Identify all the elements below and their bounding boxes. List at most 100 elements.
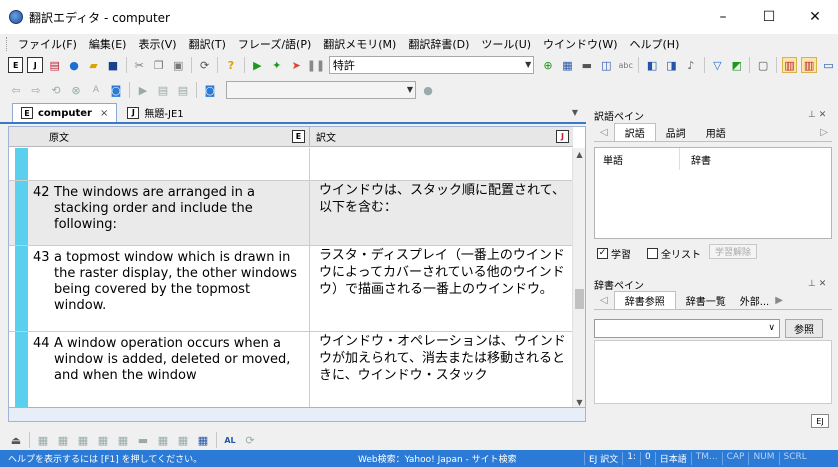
segment-row-42[interactable]: 42 The windows are arranged in a stackin… <box>9 181 573 246</box>
tab-terminology[interactable]: 用語 <box>696 123 736 141</box>
domain-select[interactable]: 特許 ▼ <box>328 56 535 74</box>
tab-dict-reference[interactable]: 辞書参照 <box>613 291 676 309</box>
dict-add-icon[interactable]: ⊕ <box>540 57 555 73</box>
eject-icon[interactable]: ⏏ <box>8 432 24 448</box>
translate-step-icon[interactable]: ➤ <box>288 57 303 73</box>
menu-tools[interactable]: ツール(U) <box>475 36 537 52</box>
view-mode-icon[interactable]: ◙ <box>108 82 124 98</box>
menu-view[interactable]: 表示(V) <box>132 36 182 52</box>
page-icon[interactable]: ▤ <box>155 82 171 98</box>
memo-icon[interactable]: ▬ <box>579 57 594 73</box>
back-icon[interactable]: ⇦ <box>8 82 24 98</box>
segment-icon-3[interactable]: ▦ <box>75 432 91 448</box>
refresh-icon[interactable]: ⟲ <box>48 82 64 98</box>
lookup-button[interactable]: 参照 <box>785 319 823 338</box>
translate-all-icon[interactable]: ✦ <box>269 57 284 73</box>
menu-file[interactable]: ファイル(F) <box>12 36 83 52</box>
tab-computer[interactable]: E computer × <box>12 103 118 122</box>
target-text[interactable]: ラスタ・ディスプレイ（一番上のウインドウによってカバーされている他のウインドウ）… <box>319 247 569 298</box>
segment-icon-1[interactable]: ▦ <box>35 432 51 448</box>
pin-icon[interactable]: ⊥ ✕ <box>808 279 826 289</box>
layout-icon[interactable]: ▢ <box>755 57 770 73</box>
search-dict-icon[interactable]: ◨ <box>664 57 679 73</box>
scroll-down-icon[interactable]: ▼ <box>573 396 585 407</box>
dict-edit-icon[interactable]: ▦ <box>560 57 575 73</box>
link-icon[interactable]: ⟳ <box>242 432 258 448</box>
scroll-up-icon[interactable]: ▲ <box>573 148 585 161</box>
all-list-checkbox[interactable]: 全リスト <box>647 246 701 261</box>
pause-icon[interactable]: ❚❚ <box>307 57 325 73</box>
tab-left-arrow-icon[interactable]: ◁ <box>594 291 614 309</box>
go-search-icon[interactable]: ● <box>420 82 436 98</box>
maximize-button[interactable]: ☐ <box>746 0 792 34</box>
open-folder-icon[interactable]: ▰ <box>86 57 101 73</box>
address-select[interactable]: ▼ <box>226 81 416 99</box>
pane-dict-icon[interactable]: ▥ <box>801 57 817 73</box>
translation-candidates-table[interactable]: 単語 辞書 <box>594 147 832 239</box>
menu-translation-memory[interactable]: 翻訳メモリ(M) <box>317 36 402 52</box>
segment-icon-9[interactable]: ▦ <box>195 432 211 448</box>
filter-icon[interactable]: ▽ <box>710 57 725 73</box>
menu-translate[interactable]: 翻訳(T) <box>183 36 232 52</box>
display-icon[interactable]: ◙ <box>202 82 218 98</box>
pin-icon[interactable]: ⊥ ✕ <box>808 110 826 120</box>
minimize-button[interactable]: – <box>700 0 746 34</box>
menu-phrase[interactable]: フレーズ/語(P) <box>232 36 317 52</box>
tab-untitled-je1[interactable]: J 無題-JE1 <box>119 103 191 122</box>
tab-dict-list[interactable]: 辞書一覧 <box>676 291 736 309</box>
help-icon[interactable]: ? <box>223 57 238 73</box>
j-doc-icon[interactable]: J <box>27 57 43 73</box>
play-icon[interactable]: ▶ <box>135 82 151 98</box>
editor-horizontal-scrollbar[interactable] <box>8 408 586 422</box>
compare-icon[interactable]: ◧ <box>644 57 659 73</box>
segment-icon-6[interactable]: ▬ <box>135 432 151 448</box>
format-icon[interactable]: ◩ <box>729 57 744 73</box>
segment-icon-7[interactable]: ▦ <box>155 432 171 448</box>
al-icon[interactable]: AL <box>222 432 238 448</box>
editor-vertical-scrollbar[interactable]: ▲ ▼ <box>572 148 585 407</box>
copy-icon[interactable]: ❐ <box>151 57 166 73</box>
dict-lookup-input[interactable]: ∨ <box>594 319 780 338</box>
scroll-thumb[interactable] <box>575 289 584 309</box>
chevron-down-icon[interactable]: ∨ <box>768 323 775 333</box>
source-text[interactable]: The windows are arranged in a stacking o… <box>54 185 304 233</box>
book-icon[interactable]: ▭ <box>821 57 836 73</box>
page2-icon[interactable]: ▤ <box>175 82 191 98</box>
tab-external[interactable]: 外部... <box>736 291 774 309</box>
history-icon[interactable]: ⟳ <box>197 57 212 73</box>
target-text[interactable]: ウインドウ・オペレーションは、ウインドウが加えられて、消去または移動されるときに… <box>319 333 569 384</box>
dict-result-area[interactable] <box>594 340 832 404</box>
close-tab-icon[interactable]: × <box>100 108 108 119</box>
abc-icon[interactable]: abc <box>618 57 633 73</box>
unlearn-button[interactable]: 学習解除 <box>709 244 757 259</box>
tabs-dropdown-icon[interactable]: ▼ <box>572 108 578 117</box>
tab-part-of-speech[interactable]: 品詞 <box>656 123 696 141</box>
tm-icon[interactable]: ◫ <box>599 57 614 73</box>
tab-right-arrow-icon[interactable]: ▷ <box>816 123 832 141</box>
tab-left-arrow-icon[interactable]: ◁ <box>594 123 614 141</box>
paste-icon[interactable]: ▣ <box>170 57 185 73</box>
tab-translation[interactable]: 訳語 <box>613 123 656 141</box>
target-text[interactable]: ウインドウは、スタック順に配置されて、以下を含む： <box>319 182 569 216</box>
forward-icon[interactable]: ⇨ <box>28 82 44 98</box>
menu-edit[interactable]: 編集(E) <box>83 36 133 52</box>
menu-window[interactable]: ウインドウ(W) <box>537 36 623 52</box>
source-text[interactable]: a topmost window which is drawn in the r… <box>54 250 304 314</box>
menu-help[interactable]: ヘルプ(H) <box>624 36 686 52</box>
stop-icon[interactable]: ⊗ <box>68 82 84 98</box>
segment-row-44[interactable]: 44 A window operation occurs when a wind… <box>9 332 573 407</box>
segment-icon-8[interactable]: ▦ <box>175 432 191 448</box>
segment-icon-4[interactable]: ▦ <box>95 432 111 448</box>
segment-row-43[interactable]: 43 a topmost window which is drawn in th… <box>9 246 573 332</box>
translate-run-icon[interactable]: ▶ <box>250 57 265 73</box>
globe-icon[interactable]: ● <box>66 57 81 73</box>
menu-dictionary[interactable]: 翻訳辞書(D) <box>402 36 475 52</box>
learn-checkbox[interactable]: ✓ 学習 <box>597 246 631 261</box>
segment-icon-5[interactable]: ▦ <box>115 432 131 448</box>
cut-icon[interactable]: ✂ <box>132 57 147 73</box>
text-size-icon[interactable]: A <box>88 82 104 98</box>
ej-direction-button[interactable]: EJ <box>811 414 829 428</box>
e-doc-icon[interactable]: E <box>8 57 24 73</box>
status-web-search[interactable]: Web検索：Yahoo! Japan - サイト検索 <box>358 452 517 465</box>
segment-icon-2[interactable]: ▦ <box>55 432 71 448</box>
